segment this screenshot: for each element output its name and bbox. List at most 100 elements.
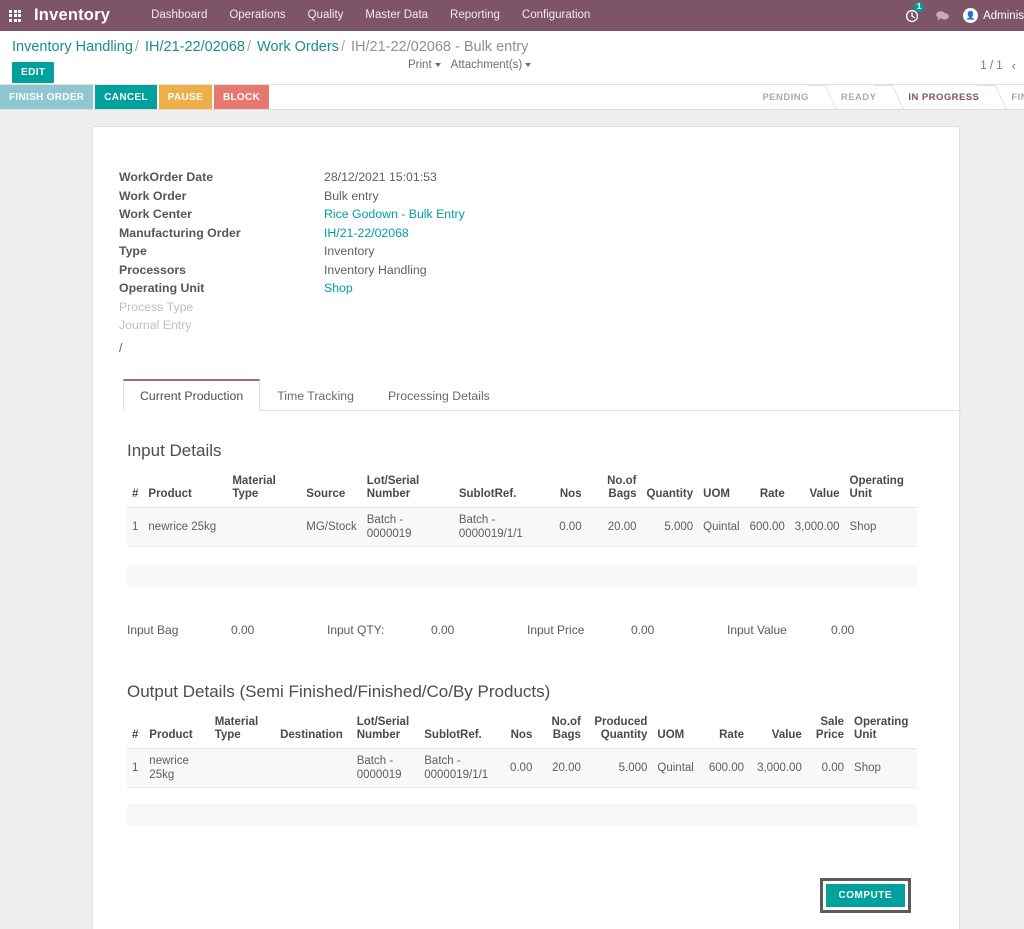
edit-button[interactable]: EDIT [12, 62, 55, 83]
input-details-title: Input Details [127, 440, 222, 460]
field-label: Type [119, 244, 147, 258]
col-sale-price: Sale Price [806, 711, 850, 749]
cell-operating-unit: Shop [849, 748, 917, 788]
tab-current-production[interactable]: Current Production [123, 378, 261, 411]
field-value-link[interactable]: Rice Godown - Bulk Entry [324, 206, 465, 224]
app-brand-title[interactable]: Inventory [30, 6, 116, 25]
col-sublot-ref: SublotRef. [419, 711, 498, 749]
menu-item-configuration[interactable]: Configuration [511, 0, 601, 31]
col-value: Value [789, 470, 845, 508]
breadcrumb-item-0[interactable]: Inventory Handling [12, 39, 133, 55]
cell-uom: Quintal [652, 748, 702, 788]
field-value-link[interactable]: Shop [324, 280, 353, 298]
col-lot-serial: Lot/Serial Number [361, 470, 454, 508]
field-processors: Processors Inventory Handling [119, 262, 959, 280]
breadcrumb-item-1[interactable]: IH/21-22/02068 [145, 39, 245, 55]
status-state-pending[interactable]: PENDING [744, 85, 823, 109]
total-label: Input Value [727, 622, 787, 637]
menu-item-master-data[interactable]: Master Data [354, 0, 439, 31]
col-index: # [127, 711, 145, 749]
total-input-qty: Input QTY: 0.00 [327, 623, 527, 637]
field-type: Type Inventory [119, 243, 959, 261]
menu-item-operations[interactable]: Operations [218, 0, 296, 31]
block-button[interactable]: BLOCK [213, 85, 270, 109]
attachments-dropdown[interactable]: Attachment(s) [451, 59, 532, 71]
input-table-empty-row [127, 564, 917, 587]
form-trailing-text: / [119, 340, 123, 355]
field-process-type: Process Type [119, 299, 959, 317]
cell-index: 1 [127, 507, 144, 547]
cell-sublot-ref: Batch - 0000019/1/1 [453, 507, 550, 547]
cell-lot-serial: Batch - 0000019 [361, 507, 454, 547]
menu-item-quality[interactable]: Quality [297, 0, 355, 31]
total-label: Input QTY: [327, 622, 385, 637]
cell-rate: 600.00 [744, 507, 790, 547]
cell-sublot-ref: Batch - 0000019/1/1 [419, 748, 498, 788]
user-avatar-icon: 👤 [963, 8, 979, 23]
col-no-of-bags: No.of Bags [586, 470, 642, 508]
field-value: Inventory Handling [324, 262, 427, 277]
print-label: Print [408, 59, 432, 71]
col-operating-unit: Operating Unit [844, 470, 917, 508]
chat-bubble-icon[interactable] [927, 0, 957, 31]
chevron-left-icon[interactable]: ‹ [1012, 58, 1016, 73]
cell-destination [275, 748, 352, 788]
col-lot-serial: Lot/Serial Number [351, 711, 420, 749]
user-menu[interactable]: 👤 Adminis [957, 8, 1024, 23]
tab-processing-details[interactable]: Processing Details [371, 379, 507, 411]
output-details-title: Output Details (Semi Finished/Finished/C… [127, 681, 551, 701]
print-dropdown[interactable]: Print [408, 59, 441, 71]
field-journal-entry: Journal Entry [119, 317, 959, 335]
pager-count: 1 / 1 [980, 59, 1003, 72]
col-destination: Destination [275, 711, 352, 749]
navbar-right-tools: 1 👤 Adminis [897, 0, 1024, 31]
compute-button[interactable]: COMPUTE [825, 883, 905, 907]
status-state-in-progress[interactable]: IN PROGRESS [890, 85, 994, 109]
field-label: Journal Entry [119, 318, 192, 332]
tab-time-tracking[interactable]: Time Tracking [260, 379, 371, 411]
total-value: 0.00 [231, 622, 255, 637]
content-area: WorkOrder Date 28/12/2021 15:01:53 Work … [0, 110, 1024, 929]
pause-button[interactable]: PAUSE [158, 85, 212, 109]
field-label: Work Center [119, 207, 192, 221]
top-navbar: Inventory Dashboard Operations Quality M… [0, 0, 1024, 31]
cancel-button[interactable]: CANCEL [95, 85, 157, 109]
status-states: PENDING READY IN PROGRESS FIN [744, 85, 1024, 109]
cell-index: 1 [127, 748, 145, 788]
menu-item-reporting[interactable]: Reporting [439, 0, 511, 31]
field-value-link[interactable]: IH/21-22/02068 [324, 225, 409, 243]
chevron-down-icon [525, 62, 532, 67]
cell-uom: Quintal [698, 507, 745, 547]
col-product: Product [143, 470, 228, 508]
finish-order-button[interactable]: FINISH ORDER [0, 85, 94, 109]
col-rate: Rate [744, 470, 790, 508]
total-input-value: Input Value 0.00 [727, 623, 927, 637]
field-value: Bulk entry [324, 188, 379, 203]
field-label: Process Type [119, 299, 194, 314]
col-rate: Rate [701, 711, 750, 749]
breadcrumb-item-3: IH/21-22/02068 - Bulk entry [351, 39, 529, 55]
cell-no-of-bags: 20.00 [586, 507, 642, 547]
breadcrumb-sep-0: / [134, 39, 139, 55]
table-row[interactable]: 1 newrice 25kg MG/Stock Batch - 0000019 … [127, 507, 917, 547]
col-source: Source [301, 470, 362, 508]
cell-sale-price: 0.00 [806, 748, 850, 788]
menu-item-dashboard[interactable]: Dashboard [140, 0, 218, 31]
workorder-form: WorkOrder Date 28/12/2021 15:01:53 Work … [93, 151, 959, 335]
statusbar: FINISH ORDER CANCEL PAUSE BLOCK PENDING … [0, 85, 1024, 110]
field-label: Processors [119, 262, 186, 277]
total-input-bag: Input Bag 0.00 [127, 623, 327, 637]
total-label: Input Price [527, 622, 585, 637]
table-header-row: # Product Material Type Source Lot/Seria… [127, 470, 917, 508]
table-header-row: # Product Material Type Destination Lot/… [127, 711, 917, 749]
cell-rate: 600.00 [701, 748, 750, 788]
table-row[interactable]: 1 newrice 25kg Batch - 0000019 Batch - 0… [127, 748, 917, 788]
activity-clock-icon[interactable]: 1 [897, 0, 927, 31]
apps-grid-icon[interactable] [0, 0, 30, 31]
breadcrumb-item-2[interactable]: Work Orders [257, 39, 339, 55]
input-totals: Input Bag 0.00 Input QTY: 0.00 Input Pri… [127, 623, 927, 637]
field-label: Manufacturing Order [119, 225, 241, 240]
cell-product: newrice 25kg [143, 507, 228, 547]
notebook-tabs: Current Production Time Tracking Process… [123, 378, 961, 411]
breadcrumb-sep-2: / [340, 39, 345, 55]
